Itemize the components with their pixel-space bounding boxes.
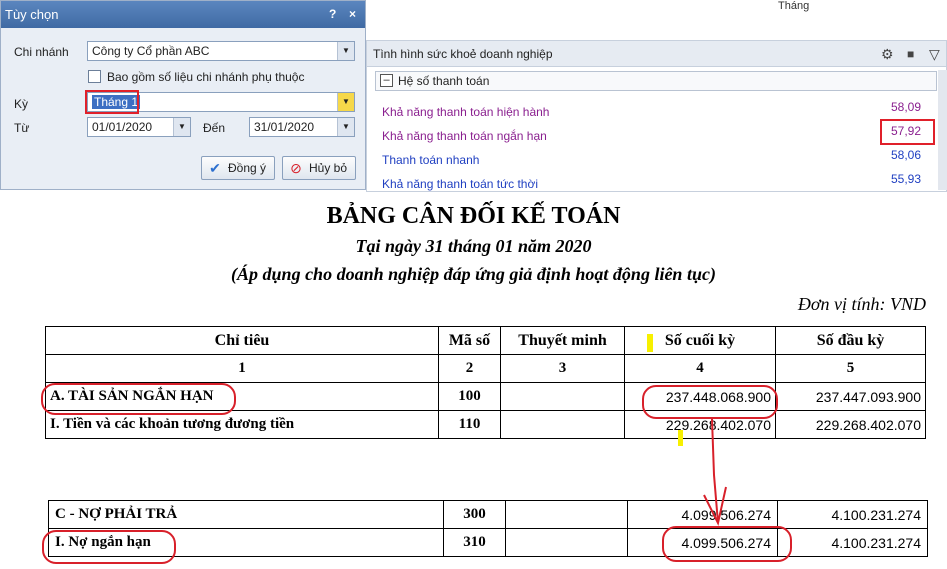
to-date-input[interactable]: 31/01/2020 ▼ (249, 117, 355, 137)
row-note (500, 382, 625, 411)
top-strip-text: Tháng (778, 0, 810, 12)
report-note: (Áp dụng cho doanh nghiệp đáp ứng giả đị… (231, 264, 716, 284)
row-name: C - NỢ PHẢI TRẢ (48, 500, 444, 529)
report-subtitle: Tại ngày 31 tháng 01 năm 2020 (355, 236, 592, 256)
include-sub-label: Bao gồm số liệu chi nhánh phụ thuộc (107, 70, 305, 84)
collapse-icon[interactable]: – (380, 74, 393, 87)
row-start: 237.447.093.900 (775, 382, 926, 411)
row-code: 110 (438, 410, 501, 439)
kpi-value: 58,09 (890, 100, 921, 114)
number-cell: 5 (775, 354, 926, 383)
kpi-label: Khả năng thanh toán tức thời (382, 177, 539, 191)
maximize-icon[interactable]: ■ (907, 41, 914, 67)
from-label: Từ (14, 121, 30, 135)
liabilities-table: C - NỢ PHẢI TRẢ 300 4.099.506.274 4.100.… (48, 500, 928, 557)
header-cell: Mã số (438, 326, 501, 355)
kpi-label: Thanh toán nhanh (382, 153, 480, 167)
report-unit: Đơn vị tính: VND (797, 294, 926, 314)
from-date-input[interactable]: 01/01/2020 ▼ (87, 117, 191, 137)
number-cell: 3 (500, 354, 625, 383)
kpi-label: Khả năng thanh toán hiện hành (382, 105, 550, 119)
header-cell: Số đầu kỳ (775, 326, 926, 355)
table-number-row: 1 2 3 4 5 (45, 354, 926, 383)
cancel-button[interactable]: ⊘ Hủy bỏ (282, 156, 356, 180)
panel-scrollbar[interactable] (938, 70, 947, 190)
kpi-highlight (880, 119, 935, 145)
branch-label: Chi nhánh (14, 45, 69, 59)
period-label: Kỳ (14, 97, 29, 111)
number-cell: 1 (45, 354, 439, 383)
annotation-ellipse (42, 530, 176, 564)
chevron-down-icon[interactable]: ▼ (173, 118, 190, 136)
options-dialog: Tùy chọn ? × Chi nhánh Công ty Cổ phần A… (0, 0, 366, 190)
help-icon[interactable]: ? (329, 1, 336, 28)
number-cell: 2 (438, 354, 501, 383)
ok-button[interactable]: ✔ Đồng ý (201, 156, 275, 180)
check-icon: ✔ (209, 160, 221, 176)
row-code: 100 (438, 382, 501, 411)
gear-icon[interactable]: ⚙ (881, 41, 894, 67)
cancel-label: Hủy bỏ (309, 161, 348, 175)
chevron-down-icon[interactable]: ▼ (337, 42, 354, 60)
row-code: 300 (443, 500, 506, 529)
health-panel-header: Tình hình sức khoẻ doanh nghiệp ⚙ ■ ▽ (367, 41, 946, 67)
dialog-title: Tùy chọn (5, 7, 59, 22)
row-start: 4.100.231.274 (777, 500, 928, 529)
ok-label: Đồng ý (228, 161, 267, 175)
ratio-group-label: Hệ số thanh toán (398, 74, 490, 88)
dialog-titlebar: Tùy chọn ? × (1, 1, 365, 28)
to-label: Đến (203, 121, 226, 135)
row-code: 310 (443, 528, 506, 557)
annotation-ellipse (41, 383, 236, 415)
row-note (505, 528, 628, 557)
annotation-ellipse (662, 526, 792, 562)
health-panel: Tình hình sức khoẻ doanh nghiệp ⚙ ■ ▽ – … (366, 40, 947, 192)
row-start: 4.100.231.274 (777, 528, 928, 557)
ratio-group-header[interactable]: – Hệ số thanh toán (375, 71, 937, 91)
header-cell: Chỉ tiêu (45, 326, 439, 355)
chevron-down-icon[interactable]: ▼ (337, 118, 354, 136)
number-cell: 4 (624, 354, 776, 383)
include-sub-checkbox[interactable] (88, 70, 101, 83)
table-row: I. Nợ ngắn hạn 310 4.099.506.274 4.100.2… (48, 528, 928, 557)
yellow-marker (647, 334, 653, 352)
annotation-ellipse (642, 385, 778, 419)
close-icon[interactable]: × (349, 1, 356, 28)
annotation-arrow (703, 418, 727, 526)
filter-icon[interactable]: ▽ (929, 41, 940, 67)
kpi-label: Khả năng thanh toán ngắn hạn (382, 129, 547, 143)
kpi-value: 58,06 (890, 148, 921, 162)
row-note (500, 410, 625, 439)
branch-select[interactable]: Công ty Cổ phần ABC ▼ (87, 41, 355, 61)
top-strip: Tháng (366, 0, 947, 40)
kpi-value: 55,93 (890, 172, 921, 186)
report-title: BẢNG CÂN ĐỐI KẾ TOÁN (326, 203, 621, 229)
branch-value: Công ty Cổ phần ABC (92, 44, 210, 58)
period-highlight (85, 90, 139, 114)
cancel-icon: ⊘ (290, 160, 302, 176)
row-start: 229.268.402.070 (775, 410, 926, 439)
yellow-marker (678, 430, 683, 446)
table-header-row: Chỉ tiêu Mã số Thuyết minh Số cuối kỳ Số… (45, 326, 926, 355)
header-cell: Thuyết minh (500, 326, 625, 355)
to-date-value: 31/01/2020 (254, 120, 315, 134)
row-note (505, 500, 628, 529)
table-row: C - NỢ PHẢI TRẢ 300 4.099.506.274 4.100.… (48, 500, 928, 529)
chevron-down-icon[interactable]: ▼ (337, 93, 354, 111)
from-date-value: 01/01/2020 (92, 120, 153, 134)
health-panel-title: Tình hình sức khoẻ doanh nghiệp (373, 47, 553, 61)
